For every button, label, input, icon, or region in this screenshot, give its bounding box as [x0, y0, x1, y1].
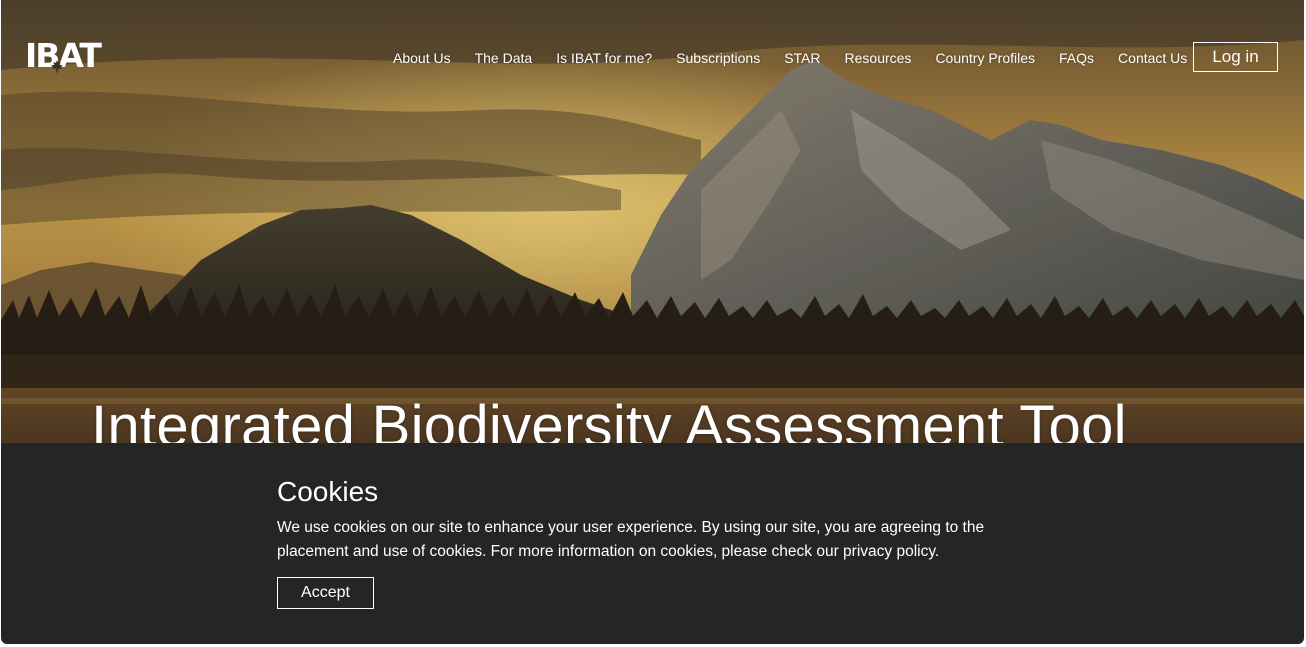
- login-button[interactable]: Log in: [1193, 42, 1278, 72]
- main-nav: About Us The Data Is IBAT for me? Subscr…: [393, 47, 1211, 69]
- nav-item-about-us[interactable]: About Us: [393, 50, 451, 66]
- hero-background-image: [1, 0, 1304, 460]
- nav-item-subscriptions[interactable]: Subscriptions: [676, 50, 760, 66]
- nav-item-the-data[interactable]: The Data: [475, 50, 533, 66]
- maple-leaf-icon: [51, 60, 63, 74]
- nav-item-contact-us[interactable]: Contact Us: [1118, 50, 1187, 66]
- nav-item-resources[interactable]: Resources: [845, 50, 912, 66]
- cookie-heading: Cookies: [277, 476, 379, 507]
- page: IBAT About Us The Data Is IBAT for me? S…: [1, 0, 1304, 644]
- accept-cookies-button[interactable]: Accept: [277, 577, 374, 609]
- nav-item-country-profiles[interactable]: Country Profiles: [935, 50, 1035, 66]
- ibat-logo[interactable]: IBAT: [25, 38, 123, 74]
- nav-item-is-ibat-for-me[interactable]: Is IBAT for me?: [556, 50, 652, 66]
- cookie-banner: Cookies We use cookies on our site to en…: [1, 443, 1304, 644]
- cookie-message: We use cookies on our site to enhance yo…: [277, 519, 985, 560]
- hero-section: IBAT About Us The Data Is IBAT for me? S…: [1, 0, 1304, 460]
- nav-item-faqs[interactable]: FAQs: [1059, 50, 1094, 66]
- nav-item-star[interactable]: STAR: [784, 50, 820, 66]
